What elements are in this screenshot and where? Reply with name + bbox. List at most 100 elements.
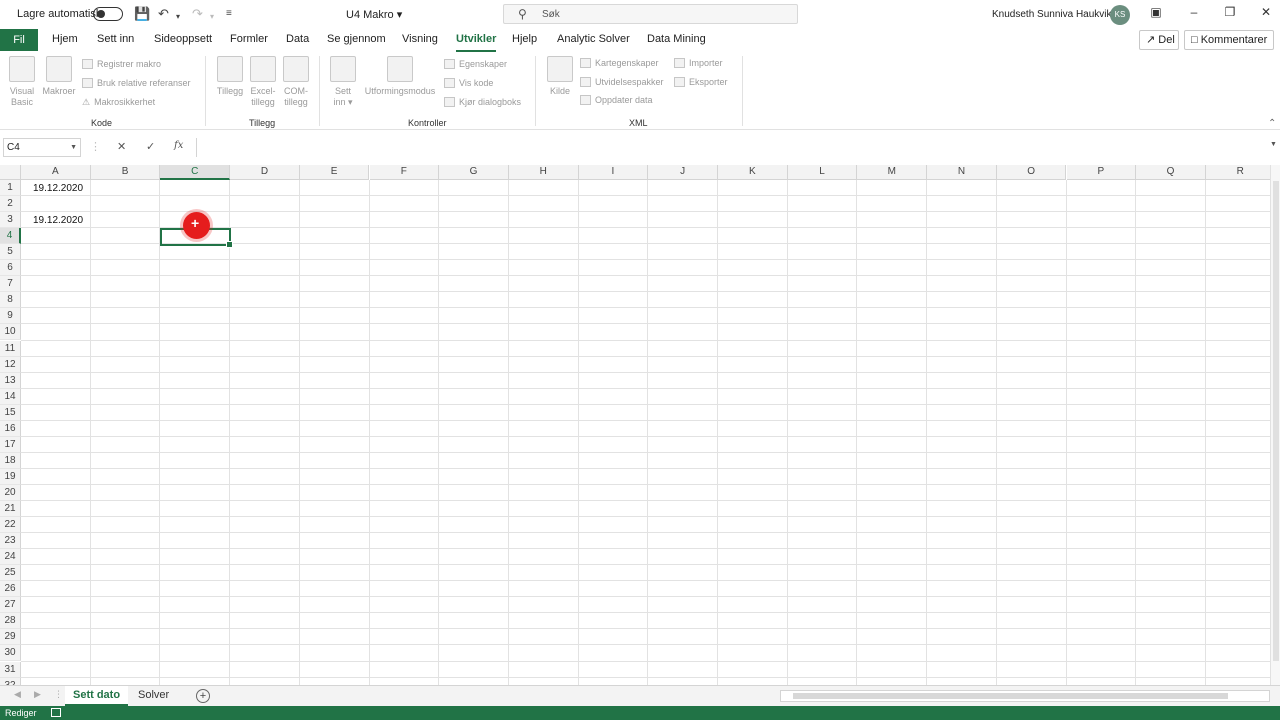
- user-name[interactable]: Knudseth Sunniva Haukvik: [992, 9, 1112, 20]
- row-header-30[interactable]: 30: [0, 645, 21, 662]
- column-header-k[interactable]: K: [718, 165, 788, 180]
- row-header-21[interactable]: 21: [0, 501, 21, 518]
- row-header-13[interactable]: 13: [0, 372, 21, 389]
- redo-icon[interactable]: ↷: [192, 6, 203, 22]
- add-ins-button[interactable]: Tillegg: [214, 56, 246, 97]
- tab-data-mining[interactable]: Data Mining: [647, 33, 706, 45]
- row-header-11[interactable]: 11: [0, 340, 21, 357]
- tab-data[interactable]: Data: [286, 33, 309, 45]
- cancel-icon[interactable]: ✕: [117, 140, 126, 153]
- vertical-scrollbar[interactable]: [1270, 165, 1280, 685]
- row-header-28[interactable]: 28: [0, 613, 21, 630]
- sheet-tab-sett-dato[interactable]: Sett dato: [65, 686, 129, 706]
- undo-icon[interactable]: ↶: [158, 6, 169, 22]
- row-header-4[interactable]: 4: [0, 228, 21, 245]
- column-header-a[interactable]: A: [21, 165, 91, 180]
- column-header-q[interactable]: Q: [1136, 165, 1206, 180]
- tab-formler[interactable]: Formler: [230, 33, 268, 45]
- column-header-n[interactable]: N: [927, 165, 997, 180]
- tab-hjelp[interactable]: Hjelp: [512, 33, 537, 45]
- save-icon[interactable]: 💾: [134, 6, 150, 22]
- row-header-25[interactable]: 25: [0, 565, 21, 582]
- expansion-packs-button[interactable]: Utvidelsespakker: [580, 77, 664, 87]
- column-header-r[interactable]: R: [1205, 165, 1276, 180]
- tab-se-gjennom[interactable]: Se gjennom: [327, 33, 386, 45]
- column-header-j[interactable]: J: [648, 165, 718, 180]
- macros-button[interactable]: Makroer: [40, 56, 78, 97]
- tab-analytic-solver[interactable]: Analytic Solver: [557, 33, 630, 45]
- row-header-2[interactable]: 2: [0, 196, 21, 213]
- macro-security-button[interactable]: ⚠ Makrosikkerhet: [82, 97, 155, 108]
- row-header-31[interactable]: 31: [0, 661, 21, 678]
- row-header-8[interactable]: 8: [0, 292, 21, 309]
- com-add-ins-button[interactable]: COM- tillegg: [281, 56, 311, 108]
- column-header-m[interactable]: M: [857, 165, 928, 180]
- tab-visning[interactable]: Visning: [402, 33, 438, 45]
- row-header-23[interactable]: 23: [0, 533, 21, 550]
- restore-icon[interactable]: ❐: [1220, 5, 1240, 23]
- column-header-b[interactable]: B: [90, 165, 161, 180]
- refresh-data-button[interactable]: Oppdater data: [580, 95, 653, 105]
- properties-button[interactable]: Egenskaper: [444, 59, 507, 69]
- tab-sideoppsett[interactable]: Sideoppsett: [154, 33, 212, 45]
- column-header-i[interactable]: I: [578, 165, 649, 180]
- cell-a1[interactable]: 19.12.2020: [33, 183, 83, 194]
- next-sheet-icon[interactable]: ▶: [34, 689, 41, 700]
- formula-input[interactable]: [196, 138, 1268, 157]
- row-header-10[interactable]: 10: [0, 324, 21, 341]
- row-header-32[interactable]: 32: [0, 677, 21, 685]
- redo-dropdown-icon[interactable]: ▾: [210, 9, 214, 25]
- worksheet-grid[interactable]: 19.12.2020 19.12.2020 ABCDEFGHIJKLMNOPQR…: [0, 165, 1280, 685]
- row-header-24[interactable]: 24: [0, 549, 21, 566]
- comments-button[interactable]: □ Kommentarer: [1184, 30, 1274, 50]
- row-header-6[interactable]: 6: [0, 260, 21, 277]
- enter-icon[interactable]: ✓: [146, 140, 155, 153]
- excel-add-ins-button[interactable]: Excel- tillegg: [248, 56, 278, 108]
- map-properties-button[interactable]: Kartegenskaper: [580, 58, 659, 68]
- xml-source-button[interactable]: Kilde: [545, 56, 575, 97]
- add-sheet-icon[interactable]: +: [196, 689, 210, 703]
- export-button[interactable]: Eksporter: [674, 77, 728, 87]
- column-header-h[interactable]: H: [508, 165, 579, 180]
- column-header-e[interactable]: E: [299, 165, 370, 180]
- column-header-d[interactable]: D: [230, 165, 300, 180]
- import-button[interactable]: Importer: [674, 58, 723, 68]
- cell-a3[interactable]: 19.12.2020: [33, 215, 83, 226]
- tab-utvikler[interactable]: Utvikler: [456, 33, 497, 52]
- row-header-14[interactable]: 14: [0, 388, 21, 405]
- row-header-19[interactable]: 19: [0, 468, 21, 485]
- column-header-g[interactable]: G: [439, 165, 509, 180]
- select-all-corner[interactable]: [0, 165, 21, 180]
- expand-formula-bar-icon[interactable]: ▼: [1270, 141, 1277, 148]
- close-icon[interactable]: ✕: [1256, 5, 1276, 23]
- row-header-9[interactable]: 9: [0, 308, 21, 325]
- view-code-button[interactable]: Vis kode: [444, 78, 493, 88]
- search-box[interactable]: ⚲ Søk: [503, 4, 798, 24]
- tab-fil[interactable]: Fil: [0, 29, 38, 51]
- document-title[interactable]: U4 Makro ▾: [346, 8, 402, 21]
- prev-sheet-icon[interactable]: ◀: [14, 689, 21, 700]
- row-header-22[interactable]: 22: [0, 517, 21, 534]
- row-header-7[interactable]: 7: [0, 276, 21, 293]
- horizontal-scroll-thumb[interactable]: [793, 693, 1228, 699]
- collapse-ribbon-icon[interactable]: ⌃: [1268, 118, 1276, 129]
- insert-control-button[interactable]: Sett inn ▾: [328, 56, 358, 108]
- row-header-15[interactable]: 15: [0, 404, 21, 421]
- name-box[interactable]: C4 ▼: [3, 138, 81, 157]
- minimize-icon[interactable]: –: [1184, 5, 1204, 23]
- column-header-c[interactable]: C: [160, 165, 231, 180]
- record-macro-button[interactable]: Registrer makro: [82, 59, 161, 69]
- run-dialog-button[interactable]: Kjør dialogboks: [444, 97, 521, 107]
- tab-hjem[interactable]: Hjem: [52, 33, 78, 45]
- row-header-12[interactable]: 12: [0, 356, 21, 373]
- row-header-26[interactable]: 26: [0, 581, 21, 598]
- row-header-17[interactable]: 17: [0, 436, 21, 453]
- row-header-27[interactable]: 27: [0, 597, 21, 614]
- sheet-tab-solver[interactable]: Solver: [130, 686, 177, 706]
- vertical-scroll-thumb[interactable]: [1273, 181, 1279, 661]
- chevron-down-icon[interactable]: ▼: [70, 139, 77, 156]
- column-header-f[interactable]: F: [369, 165, 440, 180]
- visual-basic-button[interactable]: Visual Basic: [6, 56, 38, 108]
- column-header-p[interactable]: P: [1066, 165, 1137, 180]
- row-header-5[interactable]: 5: [0, 244, 21, 261]
